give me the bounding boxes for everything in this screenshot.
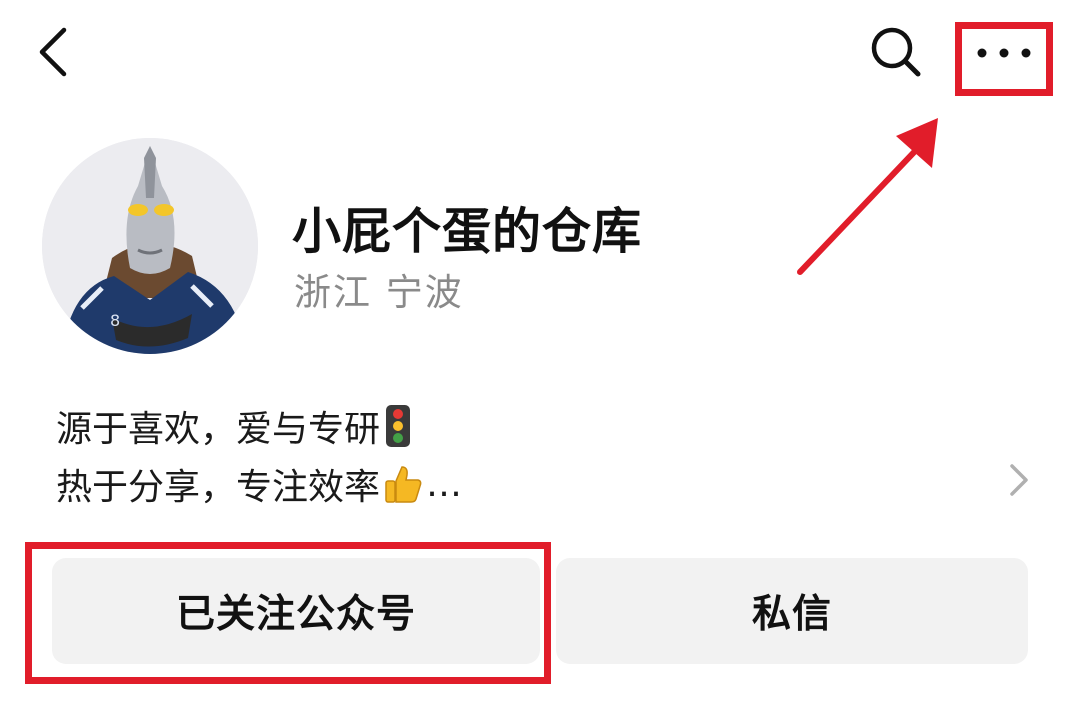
ultraman-avatar: 8 [42, 138, 258, 354]
search-icon [871, 27, 921, 77]
bio-text-1: 源于喜欢，爱与专研 [56, 409, 381, 450]
bio-expand-button[interactable] [1000, 460, 1036, 500]
back-chevron-icon [39, 27, 67, 77]
more-options-button[interactable] [958, 24, 1050, 94]
thumbs-up-icon [385, 466, 422, 503]
private-message-button[interactable]: 私信 [556, 558, 1028, 664]
avatar[interactable]: 8 [42, 138, 258, 354]
traffic-light-icon [386, 405, 411, 447]
bio-line-2: 热于分享，专注效率 … [56, 458, 462, 510]
bio-line-1: 源于喜欢，爱与专研 [56, 400, 412, 452]
back-button[interactable] [30, 22, 82, 82]
account-name: 小屁个蛋的仓库 [292, 203, 643, 260]
bio-text-2: 热于分享，专注效率 [56, 467, 381, 508]
search-button[interactable] [862, 22, 928, 82]
account-location: 浙江 宁波 [294, 271, 464, 314]
more-dots-icon [977, 48, 1031, 58]
chevron-right-icon [1010, 464, 1028, 496]
bio-ellipsis: … [426, 463, 463, 505]
annotation-arrow-icon [797, 118, 938, 275]
followed-official-account-button[interactable]: 已关注公众号 [52, 558, 540, 664]
svg-text:8: 8 [110, 311, 120, 330]
